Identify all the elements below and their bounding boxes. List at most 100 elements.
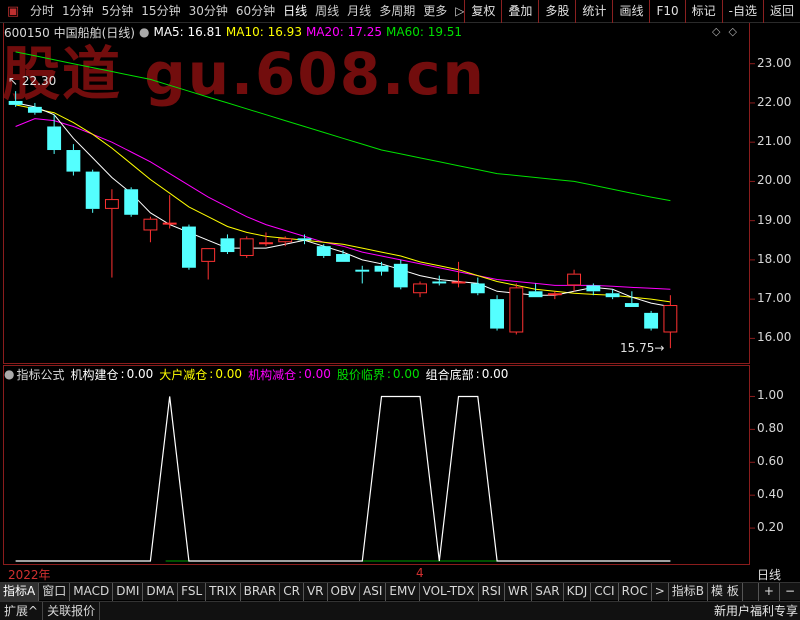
indicator-tick-label: 0.60 (757, 454, 784, 469)
toolbar-button-3[interactable]: 统计 (575, 0, 612, 23)
indicator-tab-17[interactable]: KDJ (564, 582, 592, 601)
stock-title[interactable]: 600150 中国船舶(日线) (4, 24, 135, 41)
ma-legend: 600150 中国船舶(日线) ● MA5: 16.81 MA10: 16.93 M… (4, 24, 466, 40)
high-price-label: ↖ 22.30 (8, 74, 56, 88)
indicator-tab-3[interactable]: DMI (113, 582, 144, 601)
menu-icon[interactable]: ▣ (0, 0, 26, 23)
minus-icon[interactable]: − (778, 582, 800, 601)
timeframe-10[interactable]: 更多 (419, 0, 451, 23)
indicator-tick-label: 0.40 (757, 487, 784, 502)
indicator-series-name: 机构建仓 (70, 367, 119, 382)
date-axis: 日线 2022年 4 (0, 566, 800, 583)
ma-label-2: MA20: 17.25 (305, 25, 382, 39)
indicator-series-value: 0.00 (392, 367, 420, 381)
date-label: 2022年 (8, 568, 51, 582)
toolbar-button-5[interactable]: F10 (649, 0, 684, 23)
indicator-tab-22[interactable]: 模 板 (708, 582, 743, 601)
indicator-tab-11[interactable]: ASI (360, 582, 387, 601)
indicator-tab-5[interactable]: FSL (178, 582, 207, 601)
indicator-frame (3, 365, 750, 565)
indicator-tab-6[interactable]: TRIX (206, 582, 241, 601)
indicator-series-value: 0.00 (304, 367, 331, 381)
toolbar-button-8[interactable]: 返回 (762, 0, 800, 23)
low-price-label: 15.75→ (620, 341, 664, 355)
timeframe-3[interactable]: 15分钟 (137, 0, 184, 23)
price-tick-label: 22.00 (757, 94, 792, 109)
indicator-tab-8[interactable]: CR (280, 582, 304, 601)
indicator-tab-0[interactable]: 指标A (0, 582, 40, 601)
indicator-tab-21[interactable]: 指标B (669, 582, 709, 601)
price-tick-label: 19.00 (757, 212, 792, 227)
indicator-series-name: 机构减仓 (248, 367, 297, 382)
indicator-tab-9[interactable]: VR (304, 582, 328, 601)
promo-link[interactable]: 新用户福利专享 (714, 602, 798, 620)
collapse-icon[interactable]: ● (139, 25, 149, 39)
indicator-legend: ● 指标公式 机构建仓:0.00 大户减仓:0.00 机构减仓:0.00 股价临界:0… (4, 366, 514, 382)
indicator-tab-4[interactable]: DMA (143, 582, 179, 601)
timeframe-5[interactable]: 60分钟 (232, 0, 279, 23)
timeframe-bar: ▣ 分时 1分钟 5分钟 15分钟 30分钟 60分钟 日线 周线 月线 多周期 更多 ▷ (0, 0, 468, 23)
indicator-tab-15[interactable]: WR (505, 582, 533, 601)
toolbar-button-1[interactable]: 叠加 (501, 0, 538, 23)
timeframe-0[interactable]: 分时 (26, 0, 58, 23)
top-toolbar: ▣ 分时 1分钟 5分钟 15分钟 30分钟 60分钟 日线 周线 月线 多周期 更多 ▷ 复权 叠加多… (0, 0, 800, 23)
indicator-series-colon: : (120, 367, 125, 381)
indicator-tab-18[interactable]: CCI (591, 582, 619, 601)
ma-label-1: MA10: 16.93 (225, 25, 302, 39)
indicator-tick-label: 1.00 (757, 388, 784, 403)
indicator-tab-10[interactable]: OBV (328, 582, 361, 601)
indicator-title[interactable]: 指标公式 (16, 366, 64, 383)
indicator-tab-19[interactable]: ROC (619, 582, 652, 601)
indicator-tab-14[interactable]: RSI (479, 582, 506, 601)
timeframe-9[interactable]: 多周期 (375, 0, 419, 23)
main-chart[interactable]: 股道 gu.608.cn 600150 中国船舶(日线) ● MA5: 16.8… (0, 23, 800, 364)
add-icon[interactable]: + (757, 582, 779, 601)
diamond-icons[interactable]: ◇◇ (712, 25, 745, 38)
indicator-tick-label: 0.80 (757, 421, 784, 436)
indicator-tabs: 指标A 窗口 MACD DMI DMA FSL TRIX BRAR CR VR OBV ASI EMV V… (0, 582, 800, 601)
timeframe-1[interactable]: 1分钟 (58, 0, 98, 23)
timeframe-6[interactable]: 日线 (279, 0, 311, 23)
indicator-tick-label: 0.20 (757, 520, 784, 535)
bottom-button-1[interactable]: 关联报价 (43, 601, 101, 620)
indicator-tab-13[interactable]: VOL-TDX (420, 582, 479, 601)
toolbar-button-2[interactable]: 多股 (538, 0, 575, 23)
date-label: 4 (416, 566, 424, 580)
price-tick-label: 16.00 (757, 330, 792, 345)
price-tick-label: 18.00 (757, 251, 792, 266)
toolbar-buttons: 复权 叠加 多股 统计 画线 F10 标记 -自选 返回 (464, 0, 800, 23)
price-tick-label: 21.00 (757, 134, 792, 149)
timeframe-8[interactable]: 月线 (343, 0, 375, 23)
bottom-button-0[interactable]: 扩展^ (0, 601, 44, 620)
bottom-bar: 扩展^ 关联报价 新用户福利专享 (0, 601, 800, 620)
period-label[interactable]: 日线 (757, 566, 781, 583)
indicator-tab-12[interactable]: EMV (386, 582, 420, 601)
indicator-series-value: 0.00 (126, 367, 154, 381)
indicator-tab-1[interactable]: 窗口 (39, 582, 71, 601)
arrow-icon: ↖ (8, 74, 19, 88)
toolbar-button-0[interactable]: 复权 (464, 0, 501, 23)
indicator-series-name: 大户减仓 (159, 367, 208, 382)
indicator-pane[interactable]: ● 指标公式 机构建仓:0.00 大户减仓:0.00 机构减仓:0.00 股价临界:0… (0, 365, 800, 565)
main-chart-frame (3, 23, 750, 364)
indicator-tab-20[interactable]: > (652, 582, 669, 601)
ma-label-3: MA60: 19.51 (386, 25, 463, 39)
indicator-tab-2[interactable]: MACD (70, 582, 114, 601)
price-tick-label: 17.00 (757, 291, 792, 306)
toolbar-button-4[interactable]: 画线 (612, 0, 649, 23)
timeframe-4[interactable]: 30分钟 (185, 0, 232, 23)
ma-label-0: MA5: 16.81 (153, 25, 222, 39)
indicator-series-value: 0.00 (481, 367, 509, 381)
high-price-value: 22.30 (21, 74, 57, 88)
indicator-series-colon: : (209, 367, 214, 381)
low-price-value: 15.75 (620, 341, 655, 355)
toolbar-button-7[interactable]: -自选 (721, 0, 763, 23)
timeframe-2[interactable]: 5分钟 (98, 0, 138, 23)
collapse-icon[interactable]: ● (4, 367, 14, 381)
indicator-series-name: 股价临界 (336, 367, 385, 382)
toolbar-button-6[interactable]: 标记 (684, 0, 722, 23)
price-tick-label: 20.00 (757, 173, 792, 188)
timeframe-7[interactable]: 周线 (311, 0, 343, 23)
indicator-tab-7[interactable]: BRAR (241, 582, 281, 601)
indicator-tab-16[interactable]: SAR (532, 582, 564, 601)
